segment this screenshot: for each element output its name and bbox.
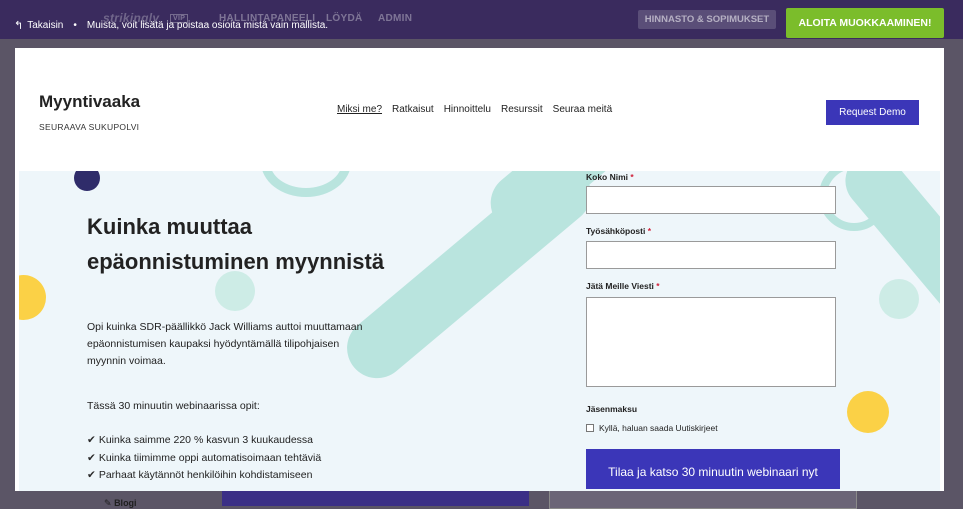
editor-topbar: strikingly VIP HALLINTAPANEELI LÖYDÄ ADM… [0,0,963,39]
hero-description[interactable]: Opi kuinka SDR-päällikkö Jack Williams a… [87,319,377,370]
hero-section: Kuinka muuttaa epäonnistuminen myynnistä… [19,171,940,491]
newsletter-label: Kyllä, haluan saada Uutiskirjeet [599,423,718,433]
separator: • [73,20,77,31]
pen-icon: ✎ [104,498,112,508]
list-item[interactable]: ✔ Kuinka tiimimme oppi automatisoimaan te… [87,450,321,468]
back-label: Takaisin [27,20,64,31]
yellow-circle-right-decoration [847,391,889,433]
editor-hint: Muista, voit lisätä ja poistaa osioita m… [86,20,329,31]
site-header: Myyntivaaka SEURAAVA SUKUPOLVI Miksi me?… [15,48,944,170]
name-label: Koko Nimi * [586,172,634,182]
background-blog-item: ✎ Blogi [104,498,137,509]
blog-label: Blogi [114,498,137,508]
name-field[interactable] [586,186,836,214]
nav-pricing[interactable]: Hinnoittelu [444,104,491,115]
newsletter-option[interactable]: Kyllä, haluan saada Uutiskirjeet [586,423,718,433]
nav-solutions[interactable]: Ratkaisut [392,104,434,115]
request-demo-button[interactable]: Request Demo [826,100,919,125]
email-label: Työsähköposti * [586,226,652,236]
message-field[interactable] [586,297,836,387]
site-subtitle: SEURAAVA SUKUPOLVI [39,122,140,132]
submit-button[interactable]: Tilaa ja katso 30 minuutin webinaari nyt [586,449,840,489]
background-panel [549,490,857,509]
back-link[interactable]: ↰ Takaisin • Muista, voit lisätä ja pois… [14,19,328,32]
site-nav: Miksi me? Ratkaisut Hinnoittelu Resurssi… [337,104,612,115]
pricing-button[interactable]: HINNASTO & SOPIMUKSET [638,10,776,29]
nav-follow-us[interactable]: Seuraa meitä [553,104,612,115]
mint-dot-right-decoration [879,279,919,319]
hero-intro[interactable]: Tässä 30 minuutin webinaarissa opit: [87,400,260,412]
membership-label: Jäsenmaksu [586,404,638,414]
template-preview: Myyntivaaka SEURAAVA SUKUPOLVI Miksi me?… [15,48,944,491]
check-icon: ✔ [87,469,96,481]
message-label: Jätä Meille Viesti * [586,281,660,291]
start-editing-button[interactable]: ALOITA MUOKKAAMINEN! [786,8,944,38]
mint-ring-decoration [261,171,351,197]
list-item[interactable]: ✔ Parhaat käytännöt henkilöihin kohdistam… [87,467,321,485]
nav-discover[interactable]: LÖYDÄ [326,13,363,24]
hero-title[interactable]: Kuinka muuttaa epäonnistuminen myynnistä [87,209,387,279]
yellow-circle-left-decoration [19,275,46,320]
navy-dot-decoration [74,171,100,191]
newsletter-checkbox[interactable] [586,424,594,432]
nav-admin[interactable]: ADMIN [378,13,412,24]
check-icon: ✔ [87,434,96,446]
list-item[interactable]: ✔ Kuinka saimme 220 % kasvun 3 kuukaudess… [87,432,321,450]
back-arrow-icon: ↰ [14,20,24,32]
benefit-list: ✔ Kuinka saimme 220 % kasvun 3 kuukaudess… [87,432,321,485]
nav-resources[interactable]: Resurssit [501,104,543,115]
nav-why-us[interactable]: Miksi me? [337,104,382,115]
background-section-strip [222,490,529,506]
site-title[interactable]: Myyntivaaka [39,92,140,112]
email-field[interactable] [586,241,836,269]
check-icon: ✔ [87,451,96,464]
